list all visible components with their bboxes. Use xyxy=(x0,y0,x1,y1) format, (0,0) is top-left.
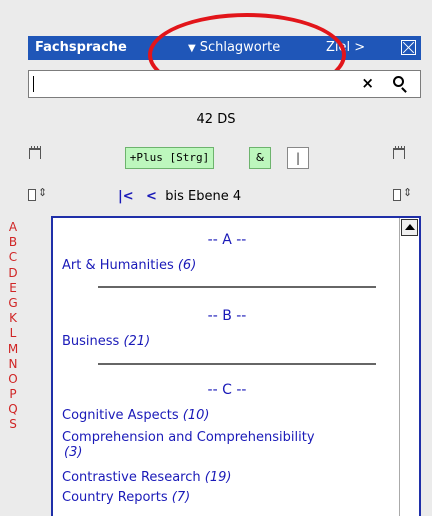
letter-g[interactable]: G xyxy=(4,296,22,311)
level-navigation: |< < bis Ebene 4 xyxy=(118,189,241,204)
record-count: 42 DS xyxy=(196,112,236,127)
resize-icon-right[interactable]: ⇕ xyxy=(393,186,412,203)
or-button[interactable]: | xyxy=(287,147,309,169)
letter-q[interactable]: Q xyxy=(4,402,22,417)
section-header-c: -- C -- xyxy=(207,382,247,398)
list-item[interactable]: Comprehension and Comprehensibility (3) xyxy=(62,430,315,460)
letter-m[interactable]: M xyxy=(4,342,22,357)
section-header-a: -- A -- xyxy=(207,232,247,248)
and-button[interactable]: & xyxy=(249,147,271,169)
letter-k[interactable]: K xyxy=(4,311,22,326)
letter-d[interactable]: D xyxy=(4,266,22,281)
text-cursor xyxy=(33,76,34,92)
close-icon[interactable] xyxy=(401,40,416,55)
search-input[interactable]: × xyxy=(28,70,421,98)
list-item[interactable]: Contrastive Research (19) xyxy=(62,470,231,485)
letter-p[interactable]: P xyxy=(4,387,22,402)
app-title: Fachsprache xyxy=(35,40,127,55)
nav-first[interactable]: |< xyxy=(118,189,134,204)
nav-prev[interactable]: < xyxy=(146,189,157,204)
list-item[interactable]: Art & Humanities (6) xyxy=(62,258,196,273)
list-item[interactable]: Cognitive Aspects (10) xyxy=(62,408,209,423)
letter-l[interactable]: L xyxy=(4,326,22,341)
plus-button[interactable]: +Plus [Strg] xyxy=(125,147,214,169)
section-divider xyxy=(98,363,376,365)
letter-e[interactable]: E xyxy=(4,281,22,296)
column-layout-icon-left[interactable] xyxy=(29,146,41,160)
resize-icon-left[interactable]: ⇕ xyxy=(28,186,47,203)
letter-s[interactable]: S xyxy=(4,417,22,432)
section-divider xyxy=(98,286,376,288)
letter-n[interactable]: N xyxy=(4,357,22,372)
list-item[interactable]: Business (21) xyxy=(62,334,150,349)
column-layout-icon-right[interactable] xyxy=(393,146,405,160)
keyword-list[interactable]: -- A -- Art & Humanities (6) -- B -- Bus… xyxy=(51,216,421,516)
letter-a[interactable]: A xyxy=(4,220,22,235)
scroll-up-icon[interactable] xyxy=(401,219,418,236)
letter-o[interactable]: O xyxy=(4,372,22,387)
letter-c[interactable]: C xyxy=(4,250,22,265)
section-header-b: -- B -- xyxy=(207,308,247,324)
search-icon[interactable] xyxy=(393,76,404,87)
list-item[interactable]: Country Reports (7) xyxy=(62,490,190,505)
alphabet-index: A B C D E G K L M N O P Q S xyxy=(4,220,22,433)
letter-b[interactable]: B xyxy=(4,235,22,250)
scrollbar[interactable] xyxy=(399,218,419,516)
nav-level-label: bis Ebene 4 xyxy=(165,189,242,204)
clear-icon[interactable]: × xyxy=(361,74,374,92)
